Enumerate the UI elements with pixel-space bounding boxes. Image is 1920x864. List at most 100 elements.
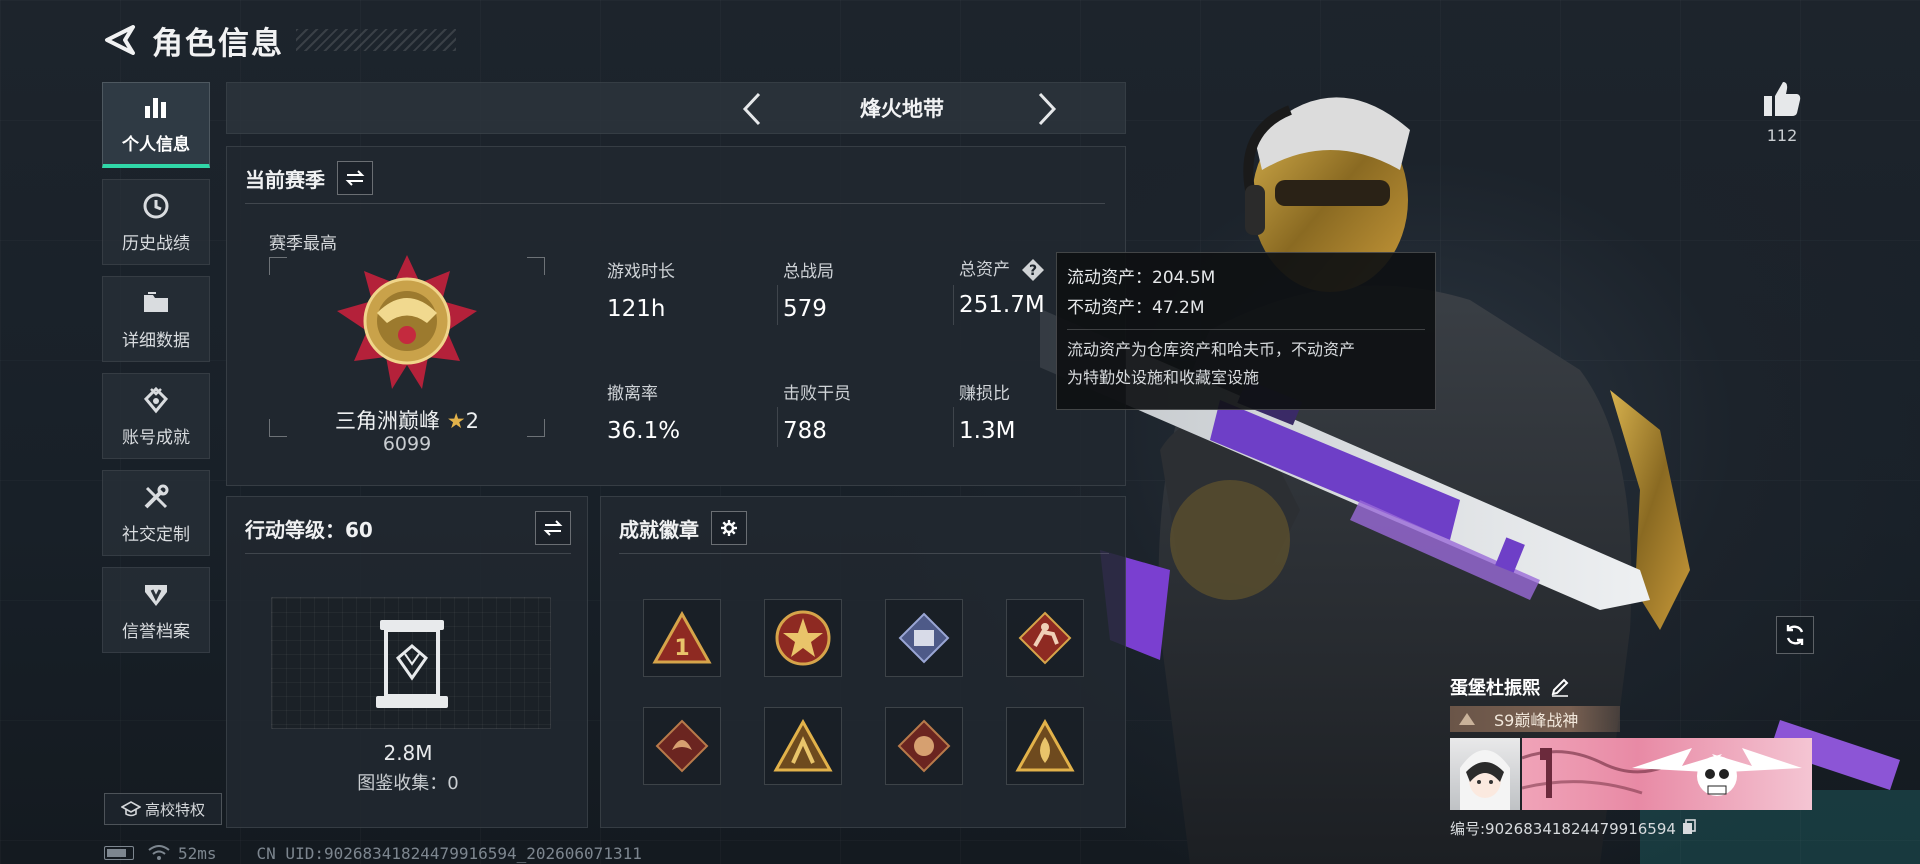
tooltip-liquid-assets: 流动资产：204.5M (1067, 268, 1216, 288)
collection-display-icon (376, 620, 448, 708)
wifi-icon (148, 845, 170, 860)
tools-icon (142, 482, 170, 512)
page-title: 角色信息 (152, 25, 284, 62)
badge-settings-button[interactable] (711, 511, 747, 545)
stat-label: 赚损比 (959, 384, 1010, 404)
anime-avatar-icon (1460, 750, 1510, 810)
badges-panel-title: 成就徽章 (619, 517, 699, 542)
sidebar-item-label: 历史战绩 (122, 233, 190, 254)
stat-value: 251.7M (959, 292, 1045, 318)
stat-total-assets: 总资产 ? 251.7M (959, 255, 1045, 318)
tooltip-divider (1067, 329, 1425, 330)
back-arrow-icon (105, 25, 135, 55)
stat-separator (777, 407, 778, 447)
stat-label: 击败干员 (783, 384, 851, 404)
rank-star-icon: ★ (446, 409, 466, 433)
sprinter-badge-icon (1018, 611, 1072, 665)
prev-mode-button[interactable] (732, 89, 772, 129)
tooltip-description-line1: 流动资产为仓库资产和哈夫币，不动资产 (1067, 340, 1356, 359)
stat-label: 总战局 (783, 262, 834, 282)
question-icon: ? (1022, 259, 1045, 281)
rank-name: 三角洲巅峰 ★2 (269, 405, 545, 435)
sidebar-item-personal-info[interactable]: 个人信息 (102, 82, 210, 168)
asset-tooltip: 流动资产：204.5M 不动资产：47.2M 流动资产为仓库资产和哈夫币，不动资… (1056, 252, 1436, 410)
back-button[interactable] (100, 18, 140, 62)
player-name-row: 蛋堡杜振熙 (1450, 672, 1820, 702)
sidebar-item-label: 个人信息 (122, 135, 190, 155)
achievement-badge[interactable]: 1 (643, 599, 721, 677)
chevron-left-icon (742, 92, 761, 126)
crate-badge-icon (898, 612, 950, 664)
achievement-badge[interactable] (885, 599, 963, 677)
status-bar: 52ms CN UID:902683418244799165​94_202606… (104, 843, 642, 863)
sidebar-item-history[interactable]: 历史战绩 (102, 179, 210, 265)
folder-icon (142, 288, 170, 318)
badges-panel-header: 成就徽章 (619, 511, 747, 545)
svg-text:1: 1 (674, 636, 689, 661)
achievement-badge[interactable] (764, 599, 842, 677)
copy-id-button[interactable] (1682, 818, 1696, 839)
stat-value: 788 (783, 418, 827, 444)
swap-icon (345, 170, 365, 186)
ping-text: 52ms (178, 843, 217, 863)
stat-extract-rate: 撤离率 36.1% (607, 379, 680, 444)
skull-wings-nameplate-icon (1522, 748, 1802, 798)
asset-help-button[interactable]: ? (1021, 258, 1045, 282)
school-privilege-button[interactable]: 高校特权 (104, 793, 222, 825)
rank-score: 6099 (382, 433, 432, 455)
sidebar-nav: 个人信息 历史战绩 详细数据 账号成就 社交定制 信誉档案 (102, 82, 212, 664)
achievement-badge[interactable] (643, 707, 721, 785)
collection-card[interactable] (271, 597, 551, 729)
stat-value: 579 (783, 296, 827, 322)
sidebar-item-credit-record[interactable]: 信誉档案 (102, 567, 210, 653)
uid-text: CN UID:902683418244799165​94_20260607131… (256, 843, 642, 863)
achievement-badge[interactable] (764, 707, 842, 785)
player-title-tag: S9巅峰战神 (1450, 706, 1620, 732)
stat-play-time: 游戏时长 121h (607, 257, 675, 322)
collection-progress: 图鉴收集：0 (357, 773, 459, 794)
title-decoration (296, 29, 456, 51)
stat-total-matches: 总战局 579 (783, 257, 834, 322)
stat-profit-loss-ratio: 赚损比 1.3M (959, 379, 1015, 444)
current-season-panel: 当前赛季 赛季最高 三角洲巅峰 ★2 6099 游戏时长 121h 总战局 57… (226, 146, 1126, 486)
collection-value: 2.8M (383, 741, 433, 765)
star-emblem-badge-icon (775, 610, 831, 666)
achievement-badge[interactable] (885, 707, 963, 785)
edit-name-button[interactable] (1550, 677, 1570, 697)
season-switch-button[interactable] (337, 161, 373, 195)
tooltip-description-line2: 为特勤处设施和收藏室设施 (1067, 368, 1260, 387)
level-switch-button[interactable] (535, 511, 571, 545)
history-icon (142, 191, 170, 221)
achievement-badges-panel: 成就徽章 1 (600, 496, 1126, 828)
sidebar-item-account-achievement[interactable]: 账号成就 (102, 373, 210, 459)
battery-icon (104, 846, 134, 860)
achievement-badge[interactable] (1006, 707, 1084, 785)
copy-icon (1682, 818, 1696, 834)
player-id-row: 编号:902683418244799165​94 (1450, 818, 1820, 839)
beast-badge-icon (897, 719, 951, 773)
sidebar-item-label: 信誉档案 (122, 621, 190, 642)
season-best-label: 赛季最高 (269, 234, 337, 254)
rotate-model-button[interactable] (1776, 616, 1814, 654)
achievement-badge[interactable] (1006, 599, 1084, 677)
next-mode-button[interactable] (1027, 89, 1067, 129)
player-banner[interactable] (1450, 738, 1820, 810)
stat-label: 总资产 ? (959, 255, 1045, 282)
sidebar-item-social-custom[interactable]: 社交定制 (102, 470, 210, 556)
stat-value: 1.3M (959, 418, 1016, 444)
refresh-icon (1786, 625, 1804, 645)
stat-value: 36.1% (607, 418, 681, 444)
level-divider (245, 553, 571, 554)
sidebar-item-label: 账号成就 (122, 427, 190, 448)
action-level-panel: 行动等级：60 2.8M 图鉴收集：0 (226, 496, 588, 828)
stat-label: 撤离率 (607, 384, 658, 404)
like-button[interactable]: 112 (1752, 80, 1812, 145)
stat-separator (953, 407, 954, 447)
chevron-right-icon (1038, 92, 1057, 126)
school-privilege-label: 高校特权 (144, 800, 205, 819)
mode-switcher: 烽火地带 (226, 82, 1126, 134)
stat-value: 121h (607, 296, 666, 322)
sidebar-item-detail-data[interactable]: 详细数据 (102, 276, 210, 362)
avatar[interactable] (1450, 738, 1520, 810)
rank-name-text: 三角洲巅峰 (335, 409, 441, 433)
